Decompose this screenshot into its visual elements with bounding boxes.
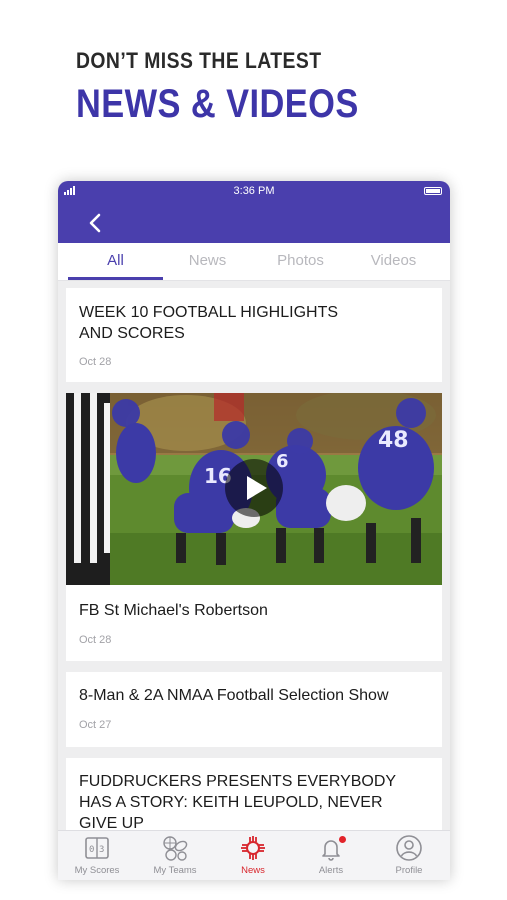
tab-all[interactable]: All: [68, 243, 163, 281]
tabbar-label: My Teams: [153, 865, 197, 876]
promo-heading: DON’T MISS THE LATEST NEWS & VIDEOS: [76, 48, 405, 127]
alert-badge: [339, 836, 346, 843]
tabbar-profile[interactable]: Profile: [370, 831, 448, 880]
news-card[interactable]: 8-Man & 2A NMAA Football Selection Show …: [66, 672, 442, 747]
phone-screen: 3:36 PM All News Photos Videos WEEK 10 F…: [58, 181, 450, 880]
tabbar-news[interactable]: News: [214, 831, 292, 880]
svg-text:48: 48: [378, 428, 409, 453]
play-icon[interactable]: [223, 457, 285, 519]
status-time: 3:36 PM: [233, 185, 275, 197]
active-tab-indicator: [68, 277, 163, 280]
tabbar-label: Profile: [395, 865, 423, 876]
segment-tabs: All News Photos Videos: [58, 243, 450, 281]
card-date: Oct 28: [79, 634, 112, 646]
status-bar: 3:36 PM: [58, 181, 450, 203]
scoreboard-icon: 0 3: [85, 837, 109, 859]
video-card[interactable]: 16 6 48 FB St Michael's Robertson Oct 28: [66, 393, 442, 661]
news-feed: WEEK 10 FOOTBALL HIGHLIGHTS AND SCORES O…: [58, 281, 450, 830]
card-title: WEEK 10 FOOTBALL HIGHLIGHTS AND SCORES: [79, 304, 339, 342]
tabbar-my-teams[interactable]: My Teams: [136, 831, 214, 880]
promo-subtitle: DON’T MISS THE LATEST: [76, 48, 322, 73]
tabbar-label: News: [241, 865, 265, 876]
tab-news[interactable]: News: [160, 243, 255, 281]
svg-text:3: 3: [99, 845, 104, 855]
battery-icon: [424, 187, 442, 195]
card-date: Oct 27: [79, 719, 112, 731]
tab-videos[interactable]: Videos: [346, 243, 441, 281]
profile-icon: [396, 835, 422, 861]
svg-text:0: 0: [89, 845, 94, 855]
news-card[interactable]: FUDDRUCKERS PRESENTS EVERYBODY HAS A STO…: [66, 758, 442, 830]
tabbar-alerts[interactable]: Alerts: [292, 831, 370, 880]
chevron-left-icon[interactable]: [84, 211, 108, 235]
card-title: FUDDRUCKERS PRESENTS EVERYBODY HAS A STO…: [79, 773, 396, 830]
card-title: 8-Man & 2A NMAA Football Selection Show: [79, 687, 389, 704]
tab-photos[interactable]: Photos: [253, 243, 348, 281]
card-date: Oct 28: [79, 356, 112, 368]
tabbar-label: My Scores: [74, 865, 120, 876]
news-emblem-icon: [241, 836, 265, 860]
promo-title: NEWS & VIDEOS: [76, 82, 359, 126]
bottom-tab-bar: 0 3 My Scores My Teams News Alerts Profi…: [58, 830, 450, 880]
card-title: FB St Michael's Robertson: [79, 602, 268, 619]
news-card[interactable]: WEEK 10 FOOTBALL HIGHLIGHTS AND SCORES O…: [66, 288, 442, 382]
video-thumbnail[interactable]: 16 6 48: [66, 393, 442, 585]
nav-bar: [58, 203, 450, 243]
tabbar-label: Alerts: [318, 865, 344, 876]
tabbar-my-scores[interactable]: 0 3 My Scores: [58, 831, 136, 880]
sports-balls-icon: [163, 836, 188, 861]
